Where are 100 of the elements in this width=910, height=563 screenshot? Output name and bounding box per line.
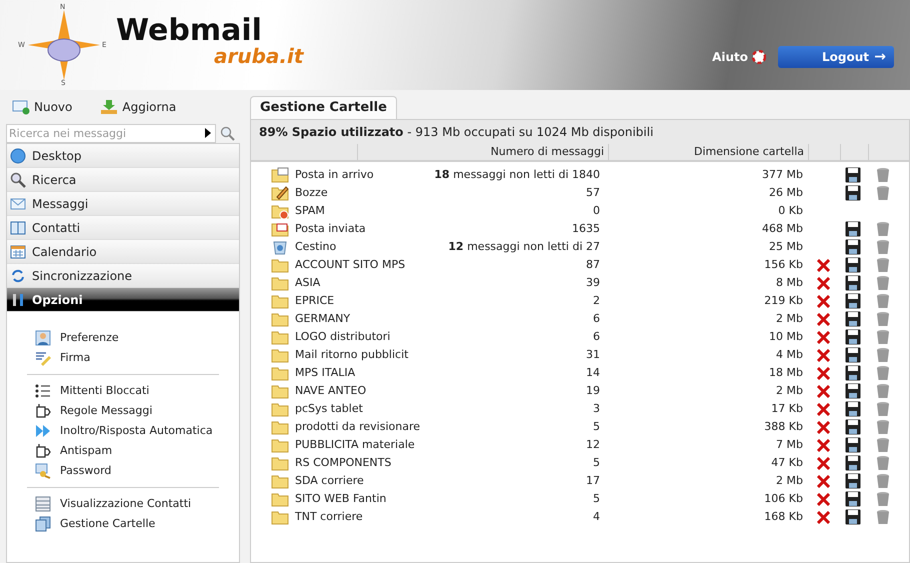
folder-name[interactable]: PUBBLICITA materiale — [295, 436, 415, 454]
folder-name[interactable]: Posta in arrivo — [295, 166, 374, 184]
delete-x-icon[interactable] — [816, 420, 830, 434]
refresh-button[interactable]: Aggiorna — [100, 98, 176, 116]
trash-can-icon[interactable] — [876, 491, 890, 507]
folder-name[interactable]: SITO WEB Fantin — [295, 490, 386, 508]
delete-x-icon[interactable] — [816, 438, 830, 452]
trash-can-icon[interactable] — [876, 275, 890, 291]
sync-arrows-icon — [10, 268, 26, 284]
message-count: 5 — [593, 454, 600, 471]
folder-name[interactable]: RS COMPONENTS — [295, 454, 392, 472]
folder-name[interactable]: prodotti da revisionare — [295, 418, 420, 436]
options-link[interactable]: Visualizzazione Contatti — [27, 494, 219, 514]
folder-size: 2 Mb — [775, 472, 803, 489]
folder-name[interactable]: GERMANY — [295, 310, 350, 328]
delete-x-icon[interactable] — [816, 348, 830, 362]
nav-item[interactable]: Desktop — [7, 144, 239, 168]
trash-can-icon[interactable] — [876, 419, 890, 435]
folder-name[interactable]: SDA corriere — [295, 472, 364, 490]
delete-x-icon[interactable] — [816, 258, 830, 272]
column-header: Dimensione cartella — [609, 144, 809, 160]
folder-icon — [271, 311, 289, 327]
trash-can-icon[interactable] — [876, 311, 890, 327]
download-tray-icon — [100, 99, 118, 115]
trash-can-icon[interactable] — [876, 365, 890, 381]
folder-icon — [271, 347, 289, 363]
delete-x-icon[interactable] — [816, 510, 830, 524]
folder-management-tab[interactable]: Gestione Cartelle — [250, 96, 397, 119]
search-field[interactable]: Ricerca nei messaggi — [6, 124, 216, 143]
trash-can-icon[interactable] — [876, 167, 890, 183]
options-link[interactable]: Inoltro/Risposta Automatica — [27, 421, 219, 441]
options-link[interactable]: Antispam — [27, 441, 219, 461]
trash-can-icon[interactable] — [876, 473, 890, 489]
logout-button[interactable]: Logout → — [778, 46, 894, 68]
trash-can-icon[interactable] — [876, 437, 890, 453]
message-count: 12 messaggi non letti di 27 — [448, 238, 600, 255]
trash-can-icon[interactable] — [876, 455, 890, 471]
trash-can-icon[interactable] — [876, 401, 890, 417]
message-count: 6 — [593, 310, 600, 327]
message-count: 87 — [586, 256, 600, 273]
nav-item[interactable]: Sincronizzazione — [7, 264, 239, 288]
trash-can-icon[interactable] — [876, 329, 890, 345]
folder-name[interactable]: NAVE ANTEO — [295, 382, 366, 400]
nav-item[interactable]: Ricerca — [7, 168, 239, 192]
nav-item[interactable]: Calendario — [7, 240, 239, 264]
delete-x-icon[interactable] — [816, 330, 830, 344]
lifebuoy-icon — [752, 50, 766, 64]
trash-can-icon[interactable] — [876, 383, 890, 399]
folder-name[interactable]: pcSys tablet — [295, 400, 363, 418]
folder-icon — [271, 365, 289, 381]
delete-x-icon[interactable] — [816, 384, 830, 398]
delete-x-icon[interactable] — [816, 402, 830, 416]
options-link[interactable]: Firma — [27, 348, 219, 368]
message-count: 2 — [593, 292, 600, 309]
nav-item[interactable]: Messaggi — [7, 192, 239, 216]
delete-x-icon[interactable] — [816, 294, 830, 308]
new-button[interactable]: Nuovo — [12, 98, 72, 116]
help-link[interactable]: Aiuto — [712, 48, 766, 66]
trash-can-icon[interactable] — [876, 509, 890, 525]
message-count: 5 — [593, 490, 600, 507]
folder-size: 25 Mb — [768, 238, 803, 255]
folder-name[interactable]: Posta inviata — [295, 220, 366, 238]
folder-size: 219 Kb — [763, 292, 803, 309]
folder-name[interactable]: ASIA — [295, 274, 320, 292]
folder-icon — [271, 275, 289, 291]
folder-size: 8 Mb — [775, 274, 803, 291]
folder-name[interactable]: LOGO distributori — [295, 328, 390, 346]
trash-can-icon[interactable] — [876, 185, 890, 201]
trash-can-icon[interactable] — [876, 293, 890, 309]
trash-can-icon[interactable] — [876, 239, 890, 255]
trash-can-icon[interactable] — [876, 347, 890, 363]
folder-size: 468 Mb — [761, 220, 803, 237]
delete-x-icon[interactable] — [816, 456, 830, 470]
folder-name[interactable]: EPRICE — [295, 292, 334, 310]
delete-x-icon[interactable] — [816, 492, 830, 506]
delete-x-icon[interactable] — [816, 474, 830, 488]
folder-name[interactable]: MPS ITALIA — [295, 364, 356, 382]
message-count: 57 — [586, 184, 600, 201]
folder-name[interactable]: Cestino — [295, 238, 336, 256]
folder-name[interactable]: TNT corriere — [295, 508, 363, 526]
nav-item[interactable]: Opzioni — [7, 288, 239, 312]
folder-name[interactable]: Bozze — [295, 184, 328, 202]
folder-name[interactable]: ACCOUNT SITO MPS — [295, 256, 406, 274]
options-link[interactable]: Mittenti Bloccati — [27, 381, 219, 401]
trash-can-icon[interactable] — [876, 221, 890, 237]
folder-name[interactable]: Mail ritorno pubblicit — [295, 346, 408, 364]
search-icon[interactable] — [220, 126, 236, 142]
options-link[interactable]: Password — [27, 461, 219, 481]
options-link[interactable]: Regole Messaggi — [27, 401, 219, 421]
options-link[interactable]: Preferenze — [27, 328, 219, 348]
delete-x-icon[interactable] — [816, 366, 830, 380]
nav-item[interactable]: Contatti — [7, 216, 239, 240]
options-link[interactable]: Gestione Cartelle — [27, 514, 219, 534]
folder-size: 17 Kb — [770, 400, 803, 417]
delete-x-icon[interactable] — [816, 312, 830, 326]
message-count: 39 — [586, 274, 600, 291]
delete-x-icon[interactable] — [816, 276, 830, 290]
folder-size: 156 Kb — [763, 256, 803, 273]
trash-can-icon[interactable] — [876, 257, 890, 273]
folder-name[interactable]: SPAM — [295, 202, 325, 220]
